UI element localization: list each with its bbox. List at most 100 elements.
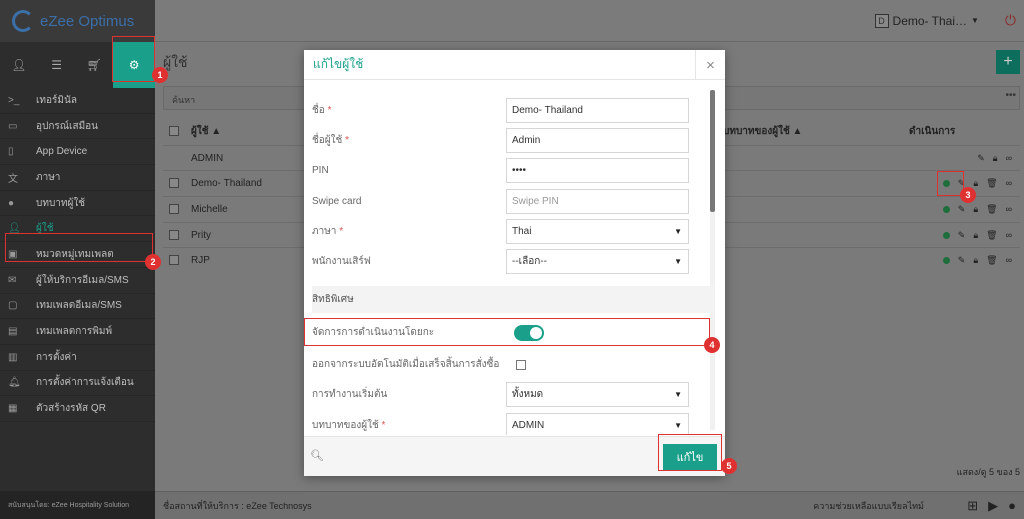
sidebar-item-settings[interactable]: ▥ การตั้งค่า xyxy=(0,345,155,371)
sidebar-item-virtual-device[interactable]: ▭ อุปกรณ์เสมือน xyxy=(0,114,155,140)
edit-user-modal: แก้ไขผู้ใช้ × ชื่อ * Demo- Thailand ชื่อ… xyxy=(304,50,725,476)
sidebar-item-label: ผู้ให้บริการอีเมล/SMS xyxy=(36,274,129,286)
sidebar-item-user-role[interactable]: ● บทบาทผู้ใช้ xyxy=(0,191,155,217)
terminal-icon: >_ xyxy=(8,94,20,106)
add-user-button[interactable]: + xyxy=(996,50,1020,74)
qr-icon: ▦ xyxy=(8,403,18,415)
row-checkbox[interactable] xyxy=(169,178,179,188)
row-actions: ✎ 🔒︎ ∞ xyxy=(977,153,1012,164)
row-checkbox[interactable] xyxy=(169,230,179,240)
sidebar-item-email-provider[interactable]: ✉ ผู้ให้บริการอีเมล/SMS xyxy=(0,268,155,294)
swipe-pin-field[interactable]: Swipe PIN xyxy=(506,189,689,214)
row-actions: ✎ 🔒︎ 🗑︎ ∞ xyxy=(942,204,1012,215)
property-name: Demo- Thai… xyxy=(892,13,967,28)
bell-icon: 🔔︎ xyxy=(8,377,21,389)
field-label: ชื่อ * xyxy=(312,105,332,116)
caret-down-icon: ▼ xyxy=(674,227,682,236)
annotation-highlight xyxy=(658,434,722,471)
username-field[interactable]: Admin xyxy=(506,128,689,153)
waiter-select[interactable]: --เลือก-- ▼ xyxy=(506,249,689,274)
sidebar-item-qr[interactable]: ▦ ตัวสร้างรหัส QR xyxy=(0,396,155,422)
power-icon[interactable]: ⏻ xyxy=(1005,12,1016,29)
sidebar-item-label: เทมเพลตอีเมล/SMS xyxy=(36,300,122,312)
property-badge: D xyxy=(874,13,889,28)
user-role-icon: ● xyxy=(8,197,15,209)
field-swipe-card: Swipe card Swipe PIN xyxy=(312,189,692,214)
user-role-select[interactable]: ADMIN ▼ xyxy=(506,413,689,435)
trash-icon[interactable]: 🗑︎ xyxy=(986,204,997,215)
column-role[interactable]: บทบาทของผู้ใช้ ▲ xyxy=(723,124,802,139)
field-label: พนักงานเสิร์ฟ xyxy=(312,256,371,267)
modal-header: แก้ไขผู้ใช้ xyxy=(304,50,725,80)
name-field[interactable]: Demo- Thailand xyxy=(506,98,689,123)
menu-icon[interactable]: ☰ xyxy=(38,42,76,88)
field-label: PIN xyxy=(312,165,329,176)
apple-icon[interactable]: ● xyxy=(1008,498,1016,514)
more-options-icon[interactable]: ••• xyxy=(1005,90,1016,101)
row-checkbox[interactable] xyxy=(169,255,179,265)
annotation-badge: 4 xyxy=(704,337,720,353)
cart-icon[interactable]: 🛒︎ xyxy=(76,42,114,88)
play-store-icon[interactable]: ▶ xyxy=(988,498,998,514)
sidebar-item-terminal[interactable]: >_ เทอร์มินัล xyxy=(0,88,155,114)
row-username: Prity xyxy=(191,229,211,241)
language-select[interactable]: Thai ▼ xyxy=(506,219,689,244)
link-icon[interactable]: ∞ xyxy=(1006,255,1012,265)
lock-icon[interactable]: 🔒︎ xyxy=(993,153,998,164)
pagination-info: แสดง/ดู 5 ของ 5 xyxy=(956,467,1020,477)
sidebar-item-language[interactable]: 文 ภาษา xyxy=(0,165,155,191)
select-all-checkbox[interactable] xyxy=(169,126,179,136)
link-icon[interactable]: ∞ xyxy=(1006,204,1012,214)
row-checkbox[interactable] xyxy=(169,204,179,214)
link-icon[interactable]: ∞ xyxy=(1006,178,1012,188)
field-label: การทำงานเริ่มต้น xyxy=(312,389,388,400)
windows-icon[interactable]: ⊞ xyxy=(967,498,978,514)
search-icon[interactable]: 🔍︎ xyxy=(310,449,324,462)
modal-title: แก้ไขผู้ใช้ xyxy=(313,57,364,71)
sidebar-item-notification[interactable]: 🔔︎ การตั้งค่าการแจ้งเตือน xyxy=(0,371,155,397)
trash-icon[interactable]: 🗑︎ xyxy=(986,230,997,241)
page-footer: ชื่อสถานที่ให้บริการ : eZee Technosys คว… xyxy=(155,491,1024,519)
edit-icon[interactable]: ✎ xyxy=(958,204,966,215)
sidebar-item-print-template[interactable]: ▤ เทมเพลตการพิมพ์ xyxy=(0,319,155,345)
lock-icon[interactable]: 🔒︎ xyxy=(973,204,978,215)
topbar: D Demo- Thai… ▼ ⏻ xyxy=(155,0,1024,42)
auto-logout-checkbox[interactable] xyxy=(516,359,526,370)
pin-field[interactable]: •••• xyxy=(506,158,689,183)
field-user-role: บทบาทของผู้ใช้ * ADMIN ▼ xyxy=(312,413,692,435)
sidebar-footer: สนับสนุนโดย: eZee Hospitality Solution xyxy=(0,491,155,519)
property-selector[interactable]: D Demo- Thai… ▼ xyxy=(874,13,979,28)
link-icon[interactable]: ∞ xyxy=(1006,230,1012,240)
close-icon[interactable]: × xyxy=(695,50,725,80)
realtime-support-link[interactable]: ความช่วยเหลือแบบเรียลไทม์ xyxy=(813,499,924,513)
sidebar-item-email-template[interactable]: ▢ เทมเพลตอีเมล/SMS xyxy=(0,294,155,320)
row-username: Demo- Thailand xyxy=(191,177,262,189)
edit-icon[interactable]: ✎ xyxy=(958,230,966,241)
trash-icon[interactable]: 🗑︎ xyxy=(986,178,997,189)
field-username: ชื่อผู้ใช้ * Admin xyxy=(312,128,692,153)
sidebar-item-app-device[interactable]: ▯ App Device xyxy=(0,139,155,166)
edit-icon[interactable]: ✎ xyxy=(977,153,985,164)
link-icon[interactable]: ∞ xyxy=(1006,153,1012,163)
trash-icon[interactable]: 🗑︎ xyxy=(986,255,997,266)
tablet-icon: ▭ xyxy=(8,120,18,132)
logo-icon xyxy=(12,10,34,32)
field-label: บทบาทของผู้ใช้ * xyxy=(312,420,386,431)
lock-icon[interactable]: 🔒︎ xyxy=(973,255,978,266)
lock-icon[interactable]: 🔒︎ xyxy=(973,230,978,241)
field-start-operation: การทำงานเริ่มต้น ทั้งหมด ▼ xyxy=(312,382,692,407)
annotation-highlight xyxy=(112,36,155,82)
edit-icon[interactable]: ✎ xyxy=(958,255,966,266)
annotation-badge: 3 xyxy=(960,187,976,203)
field-name: ชื่อ * Demo- Thailand xyxy=(312,98,692,123)
start-operation-select[interactable]: ทั้งหมด ▼ xyxy=(506,382,689,407)
sidebar-item-label: การตั้งค่าการแจ้งเตือน xyxy=(36,377,134,389)
field-auto-logout: ออกจากระบบอัตโนมัติเมื่อเสร็จสิ้นการสั่ง… xyxy=(312,352,692,377)
sidebar-item-label: App Device xyxy=(36,146,88,158)
status-dot xyxy=(942,256,950,264)
field-label: ชื่อผู้ใช้ * xyxy=(312,135,350,146)
lock-icon[interactable]: 🔒︎ xyxy=(973,178,978,189)
field-waiter: พนักงานเสิร์ฟ --เลือก-- ▼ xyxy=(312,249,692,274)
window-icon: ▢ xyxy=(8,300,18,312)
profile-icon[interactable]: 👤︎ xyxy=(0,42,38,88)
